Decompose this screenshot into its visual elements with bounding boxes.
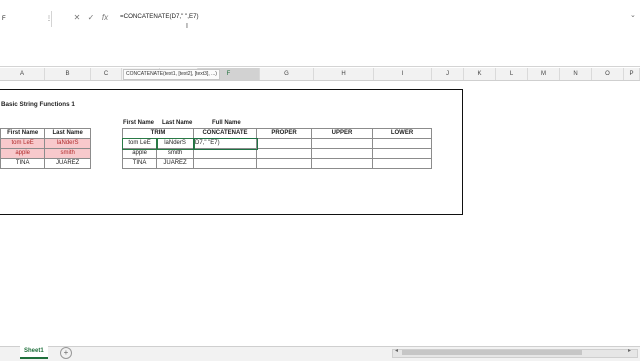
column-header[interactable]: J [432,68,464,80]
name-box[interactable]: F [0,11,52,27]
sheet-tab[interactable]: Sheet1 [20,346,48,359]
function-tooltip: CONCATENATE(text1, [text2], [text3], ...… [123,69,220,80]
table-cell[interactable]: smith [156,148,194,159]
table-cell[interactable] [372,138,432,149]
table-cell[interactable]: apple [121,148,158,159]
table-row: apple smith [121,148,432,159]
table-cell[interactable]: tom LeE [121,137,158,150]
table-cell[interactable]: JUAREZ [44,158,91,169]
column-header[interactable]: K [464,68,496,80]
table-header: Last Name [44,128,91,139]
table-header: UPPER [311,128,373,139]
table-cell[interactable] [256,158,312,169]
table-cell[interactable] [372,158,432,169]
table-header: LOWER [372,128,432,139]
column-header[interactable]: N [560,68,592,80]
table-row: tom LeE laNderS [0,138,91,149]
chevron-down-icon[interactable]: ⋮ [46,11,54,27]
table-cell[interactable]: tom LeE [0,138,46,149]
table-header: TRIM [122,128,194,139]
table-row: TINA JUAREZ [0,158,91,169]
source-names-table: First Name Last Name tom LeE laNderS app… [0,128,91,169]
section-title: Basic String Functions 1 [1,101,75,108]
column-header[interactable]: C [91,68,122,80]
table-cell[interactable]: TINA [121,158,158,169]
text-cursor-icon: I [186,23,188,30]
formula-input[interactable]: =CONCATENATE(D7," ",E7) [120,13,199,20]
column-header[interactable]: M [528,68,560,80]
table-cell[interactable] [372,148,432,159]
scroll-right-icon[interactable]: ▸ [628,347,631,354]
column-header[interactable]: P [624,68,640,80]
table-cell[interactable]: smith [44,148,91,159]
table-cell[interactable]: TINA [0,158,46,169]
column-header[interactable]: G [260,68,314,80]
table-cell[interactable] [256,148,312,159]
chevron-down-icon[interactable]: ⌄ [630,11,636,19]
full-name-label: Full Name [212,120,241,126]
table-cell[interactable] [311,148,373,159]
column-header[interactable]: O [592,68,624,80]
enter-icon[interactable]: ✓ [84,11,98,25]
column-header[interactable]: H [314,68,374,80]
table-cell[interactable] [311,158,373,169]
first-name-label: First Name [123,120,155,126]
column-header-row: A B C D E F G H I J K L M N O P [0,68,640,81]
last-name-label: Last Name [162,120,193,126]
table-cell[interactable] [256,138,312,149]
table-cell[interactable] [311,138,373,149]
table-row: apple smith [0,148,91,159]
table-cell[interactable]: apple [0,148,46,159]
table-cell[interactable] [193,158,257,169]
string-functions-table: TRIM CONCATENATE PROPER UPPER LOWER tom … [121,128,432,169]
active-cell[interactable]: D7," "E7) [192,137,258,150]
column-header[interactable]: B [45,68,91,80]
add-sheet-button[interactable]: + [60,347,72,359]
table-cell[interactable]: laNderS [44,138,91,149]
table-cell[interactable]: JUAREZ [156,158,194,169]
column-header[interactable]: A [0,68,45,80]
scrollbar-thumb[interactable] [402,350,582,355]
table-cell[interactable] [193,148,257,159]
column-header[interactable]: L [496,68,528,80]
insert-function-button[interactable]: fx [98,11,112,25]
column-header[interactable]: I [374,68,432,80]
table-row: TINA JUAREZ [121,158,432,169]
table-header: PROPER [256,128,312,139]
table-header: First Name [0,128,46,139]
table-row: tom LeE laNderS D7," "E7) [121,137,432,150]
scroll-left-icon[interactable]: ◂ [395,347,398,354]
cancel-icon[interactable]: ✕ [70,11,84,25]
table-cell[interactable]: laNderS [155,137,195,150]
table-header: CONCATENATE [193,128,257,139]
